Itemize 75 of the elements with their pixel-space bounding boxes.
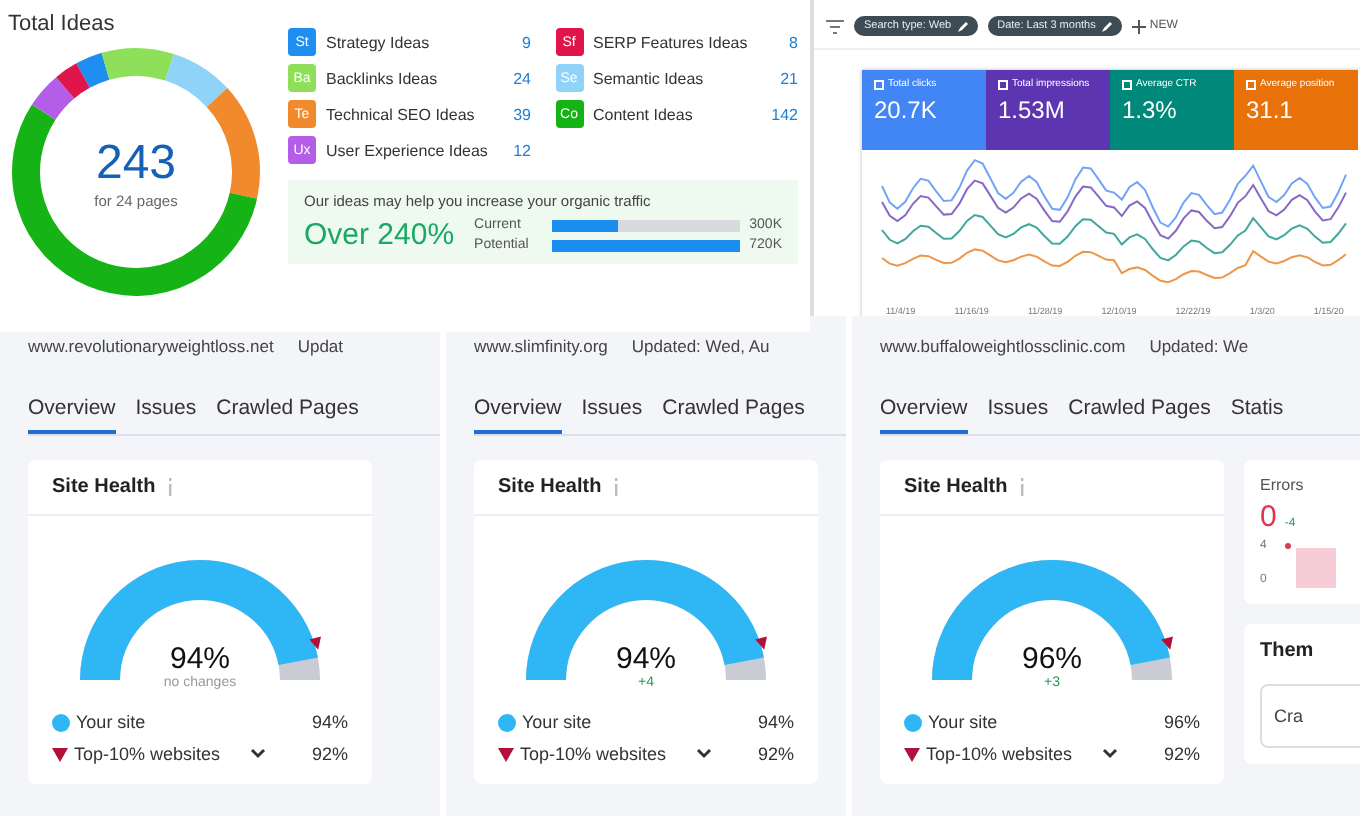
category-label[interactable]: Content Ideas [593, 105, 762, 123]
dot-icon [904, 713, 922, 731]
chevron-down-icon[interactable] [695, 748, 712, 760]
category-count: 9 [522, 33, 531, 51]
updated-date: Updat [297, 336, 344, 356]
traffic-headline: Over 240% [304, 218, 455, 252]
health-score: 94% [615, 642, 677, 676]
checkbox-icon [1246, 79, 1256, 89]
chevron-down-icon[interactable] [1101, 748, 1118, 760]
tab[interactable]: Overview [880, 396, 968, 434]
crawl-button[interactable]: Cra [1260, 684, 1360, 748]
category-label[interactable]: Technical SEO Ideas [326, 105, 504, 123]
card-title: Them [1260, 640, 1316, 662]
card-title: Site Health [498, 476, 602, 498]
legend-value: 94% [311, 712, 348, 732]
legend-label: Top-10% websites [520, 744, 669, 764]
checkbox-icon [874, 79, 884, 89]
checkbox-icon [998, 79, 1008, 89]
health-score: 96% [1021, 642, 1083, 676]
legend-label: Your site [522, 712, 594, 732]
card-title: Errors [1260, 476, 1306, 494]
category-label[interactable]: Backlinks Ideas [326, 69, 504, 87]
legend-value: 94% [757, 712, 794, 732]
legend-value: 92% [1163, 744, 1200, 764]
legend-value: 92% [757, 744, 794, 764]
category-count: 24 [513, 69, 531, 87]
category-label[interactable]: Semantic Ideas [593, 69, 771, 87]
dot-icon [498, 713, 516, 731]
filter-icon[interactable] [826, 19, 844, 33]
triangle-icon [904, 747, 920, 761]
site-domain: www.buffaloweightlossclinic.com [880, 336, 1126, 356]
tab[interactable]: Crawled Pages [662, 396, 805, 434]
tab[interactable]: Overview [474, 396, 562, 434]
pencil-icon[interactable] [957, 21, 968, 31]
legend-label: Your site [928, 712, 1000, 732]
updated-date: Updated: Wed, Au [631, 336, 770, 356]
category-count: 8 [789, 33, 798, 51]
tab[interactable]: Overview [28, 396, 116, 434]
dot-icon [52, 713, 70, 731]
tab[interactable]: Issues [135, 396, 197, 434]
category-label[interactable]: User Experience Ideas [326, 141, 504, 159]
legend-label: Top-10% websites [74, 744, 223, 764]
category-count: 12 [513, 141, 531, 159]
info-icon [165, 478, 174, 496]
triangle-icon [498, 747, 514, 761]
category-count: 142 [771, 105, 798, 123]
tab[interactable]: Statis [1230, 396, 1284, 434]
errors-count: 0 [1260, 500, 1277, 534]
tab[interactable]: Crawled Pages [216, 396, 359, 434]
tab[interactable]: Issues [987, 396, 1049, 434]
category-label[interactable]: SERP Features Ideas [593, 33, 780, 51]
legend-value: 96% [1163, 712, 1200, 732]
legend-value: 92% [311, 744, 348, 764]
legend-label: Your site [76, 712, 148, 732]
info-icon [1017, 478, 1026, 496]
card-title: Site Health [904, 476, 1008, 498]
category-label[interactable]: Strategy Ideas [326, 33, 513, 51]
chevron-down-icon[interactable] [249, 748, 266, 760]
category-count: 39 [513, 105, 531, 123]
health-score: 94% [169, 642, 231, 676]
triangle-icon [52, 747, 68, 761]
panel-title: Total Ideas [8, 12, 117, 36]
tab[interactable]: Issues [581, 396, 643, 434]
legend-label: Top-10% websites [926, 744, 1075, 764]
ideas-total: 243 [95, 135, 177, 191]
site-domain: www.revolutionaryweightloss.net [28, 336, 274, 356]
checkbox-icon [1122, 79, 1132, 89]
plus-icon [1131, 19, 1146, 33]
pencil-icon[interactable] [1101, 21, 1112, 31]
updated-date: Updated: We [1149, 336, 1249, 356]
card-title: Site Health [52, 476, 156, 498]
site-domain: www.slimfinity.org [474, 336, 608, 356]
tab[interactable]: Crawled Pages [1068, 396, 1211, 434]
info-icon [611, 478, 620, 496]
category-count: 21 [780, 69, 798, 87]
